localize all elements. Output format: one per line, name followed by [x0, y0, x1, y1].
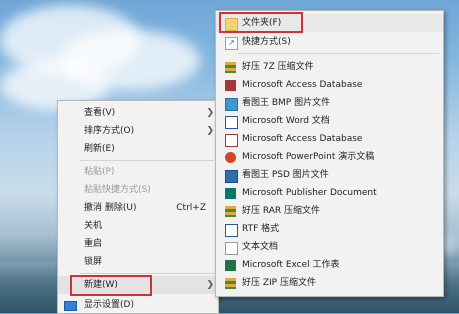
submenu-item-excel[interactable]: Microsoft Excel 工作表: [216, 256, 443, 274]
submenu-item-label: 快捷方式(S): [242, 37, 291, 47]
submenu-item-label: Microsoft Publisher Document: [242, 188, 377, 198]
menu-item-label: 重启: [84, 239, 103, 249]
archive-icon: [225, 278, 236, 289]
submenu-item-label: Microsoft Excel 工作表: [242, 260, 340, 270]
archive-icon: [225, 206, 236, 217]
submenu-item-label: Microsoft Access Database: [242, 134, 363, 144]
submenu-item-label: 好压 RAR 压缩文件: [242, 206, 321, 216]
menu-item-sort[interactable]: 排序方式(O) ❯: [58, 122, 218, 140]
highlight-box-new: [70, 275, 152, 296]
submenu-item-label: Microsoft PowerPoint 演示文稿: [242, 152, 375, 162]
image-icon: [225, 98, 238, 111]
submenu-item-word[interactable]: Microsoft Word 文档: [216, 112, 443, 130]
menu-item-label: 撤消 删除(U): [84, 203, 137, 213]
highlight-box-folder: [219, 12, 303, 33]
menu-item-paste: 粘贴(P): [58, 163, 218, 181]
menu-item-refresh[interactable]: 刷新(E): [58, 140, 218, 158]
menu-item-paste-shortcut: 粘贴快捷方式(S): [58, 181, 218, 199]
submenu-item-label: 文本文档: [242, 242, 279, 252]
menu-item-lock[interactable]: 锁屏: [58, 253, 218, 271]
submenu-item-psd[interactable]: 看图王 PSD 图片文件: [216, 166, 443, 184]
menu-item-label: 刷新(E): [84, 144, 115, 154]
word-icon: [225, 116, 238, 129]
powerpoint-icon: [225, 152, 236, 163]
submenu-item-shortcut[interactable]: ↗ 快捷方式(S): [216, 33, 443, 51]
submenu-item-label: 看图王 BMP 图片文件: [242, 98, 331, 108]
chevron-right-icon: ❯: [206, 108, 214, 118]
psd-icon: [225, 170, 238, 183]
menu-separator: [80, 273, 214, 274]
menu-item-label: 粘贴快捷方式(S): [84, 185, 151, 195]
menu-item-label: 排序方式(O): [84, 126, 135, 136]
submenu-item-label: RTF 格式: [242, 224, 280, 234]
submenu-item-text[interactable]: 文本文档: [216, 238, 443, 256]
submenu-item-label: 好压 7Z 压缩文件: [242, 62, 314, 72]
chevron-right-icon: ❯: [206, 280, 214, 290]
menu-item-label: 锁屏: [84, 257, 103, 267]
chevron-right-icon: ❯: [206, 126, 214, 136]
menu-item-view[interactable]: 查看(V) ❯: [58, 104, 218, 122]
text-icon: [225, 242, 238, 255]
submenu-item-label: 看图王 PSD 图片文件: [242, 170, 329, 180]
menu-separator: [80, 160, 214, 161]
menu-item-label: 关机: [84, 221, 103, 231]
submenu-item-7z[interactable]: 好压 7Z 压缩文件: [216, 58, 443, 76]
menu-item-display-settings[interactable]: 显示设置(D): [57, 298, 219, 314]
excel-icon: [225, 260, 236, 271]
access-icon: [225, 134, 238, 147]
submenu-item-publisher[interactable]: Microsoft Publisher Document: [216, 184, 443, 202]
publisher-icon: [225, 188, 236, 199]
desktop-context-menu: 查看(V) ❯ 排序方式(O) ❯ 刷新(E) 粘贴(P) 粘贴快捷方式(S) …: [57, 100, 219, 300]
submenu-item-rtf[interactable]: RTF 格式: [216, 220, 443, 238]
menu-item-label: 查看(V): [84, 108, 116, 118]
submenu-item-label: Microsoft Word 文档: [242, 116, 330, 126]
menu-item-shortcut: Ctrl+Z: [176, 203, 206, 213]
access-icon: [225, 80, 236, 91]
submenu-item-zip[interactable]: 好压 ZIP 压缩文件: [216, 274, 443, 292]
menu-item-label: 粘贴(P): [84, 167, 115, 177]
archive-icon: [225, 62, 236, 73]
submenu-item-rar[interactable]: 好压 RAR 压缩文件: [216, 202, 443, 220]
submenu-item-access-2[interactable]: Microsoft Access Database: [216, 130, 443, 148]
submenu-item-label: Microsoft Access Database: [242, 80, 363, 90]
shortcut-icon: ↗: [225, 37, 238, 50]
submenu-item-label: 好压 ZIP 压缩文件: [242, 278, 316, 288]
submenu-item-powerpoint[interactable]: Microsoft PowerPoint 演示文稿: [216, 148, 443, 166]
menu-item-label: 显示设置(D): [84, 300, 134, 310]
menu-item-restart[interactable]: 重启: [58, 235, 218, 253]
menu-item-shutdown[interactable]: 关机: [58, 217, 218, 235]
submenu-item-bmp[interactable]: 看图王 BMP 图片文件: [216, 94, 443, 112]
new-submenu: 文件夹(F) ↗ 快捷方式(S) 好压 7Z 压缩文件 Microsoft Ac…: [215, 10, 444, 297]
submenu-item-access-1[interactable]: Microsoft Access Database: [216, 76, 443, 94]
rtf-icon: [225, 224, 238, 237]
menu-separator: [238, 53, 439, 54]
menu-item-undo-delete[interactable]: 撤消 删除(U) Ctrl+Z: [58, 199, 218, 217]
display-icon: [64, 301, 77, 311]
